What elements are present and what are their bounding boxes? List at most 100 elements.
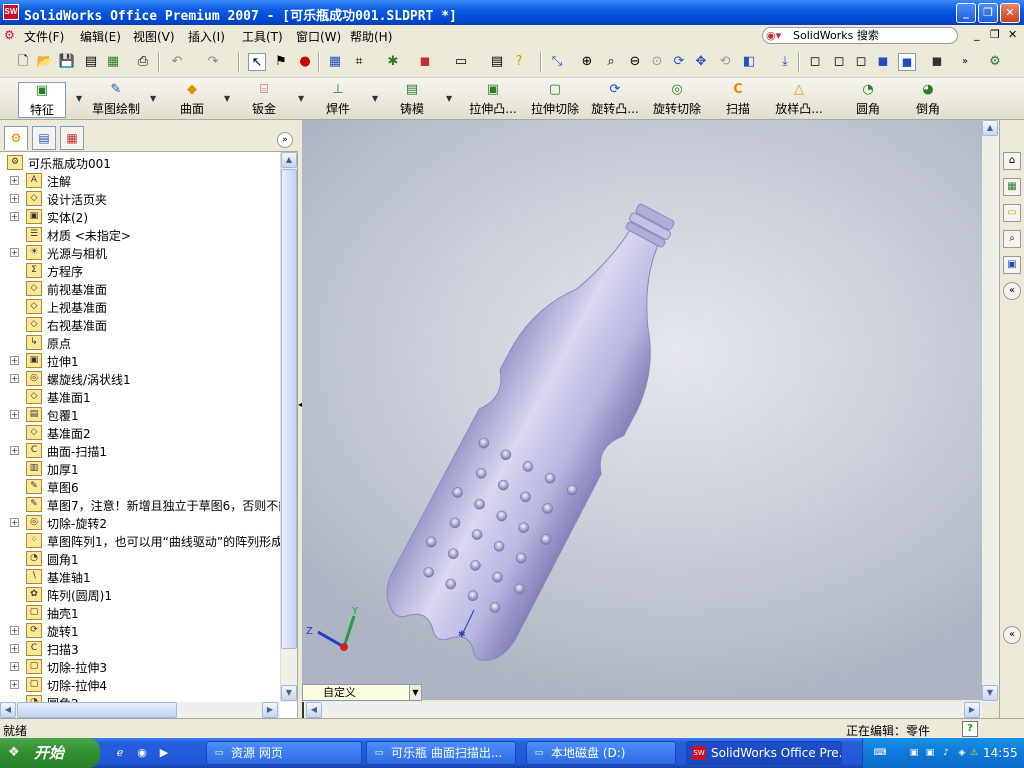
menu-window[interactable]: 窗口(W): [296, 28, 341, 45]
view-orientation-icon[interactable]: ◧: [740, 53, 758, 71]
tab-mold-tools[interactable]: ▤ 铸模: [394, 82, 430, 118]
save-icon[interactable]: 💾: [58, 53, 76, 71]
tree-item[interactable]: ✿ 阵列(圆周)1: [0, 586, 280, 604]
feature-tree-horizontal-scrollbar[interactable]: ◀ ▶: [0, 702, 280, 719]
bottle-model[interactable]: [375, 182, 723, 671]
design-library-icon[interactable]: ▦: [1003, 178, 1021, 196]
solidworks-search-input[interactable]: ◉▾ SolidWorks 搜索: [762, 27, 958, 44]
expand-icon[interactable]: «: [1003, 626, 1021, 644]
doc-close-button[interactable]: ✕: [1008, 28, 1017, 41]
sketch-icon[interactable]: ⌗: [350, 53, 368, 71]
expand-icon[interactable]: +: [10, 356, 19, 365]
tree-item[interactable]: ◇ 基准面2: [0, 424, 280, 442]
scroll-down-icon[interactable]: ▼: [982, 685, 998, 701]
view-palette-icon[interactable]: ▣: [1003, 256, 1021, 274]
chevron-down-icon[interactable]: ▼: [446, 94, 452, 103]
shadows-icon[interactable]: ◼: [928, 53, 946, 71]
extruded-cut-button[interactable]: ▢ 拉伸切除: [528, 82, 582, 118]
tree-item[interactable]: ◔ 圆角1: [0, 550, 280, 568]
chevron-down-icon[interactable]: ▼: [76, 94, 82, 103]
volume-icon[interactable]: ♪: [939, 746, 953, 760]
warning-icon[interactable]: ⚠: [967, 746, 981, 760]
expand-icon[interactable]: +: [10, 212, 19, 221]
shaded-icon[interactable]: ◼: [898, 53, 916, 71]
tree-item[interactable]: + ◎ 螺旋线/涡状线1: [0, 370, 280, 388]
scroll-right-icon[interactable]: ▶: [262, 702, 278, 718]
toolbar-overflow-icon[interactable]: »: [956, 53, 974, 71]
doc-restore-button[interactable]: ❐: [990, 28, 1000, 41]
revolved-boss-button[interactable]: ⟳ 旋转凸...: [586, 82, 644, 118]
tree-item[interactable]: + ▣ 实体(2): [0, 208, 280, 226]
tree-item[interactable]: + ◎ 切除-旋转2: [0, 514, 280, 532]
viewport-vertical-scrollbar[interactable]: ▲ ▼: [982, 120, 999, 702]
tree-item[interactable]: + ◇ 设计活页夹: [0, 190, 280, 208]
properties-icon[interactable]: ▤: [488, 53, 506, 71]
tree-item[interactable]: ◇ 前视基准面: [0, 280, 280, 298]
tree-item[interactable]: + ⟳ 旋转1: [0, 622, 280, 640]
scroll-up-icon[interactable]: ▲: [982, 120, 998, 136]
tree-item[interactable]: ✎ 草图6: [0, 478, 280, 496]
rebuild-icon[interactable]: ●: [296, 53, 314, 71]
task-bottle-document[interactable]: ▭ 可乐瓶 曲面扫描出...: [366, 741, 516, 765]
media-icon[interactable]: ▶: [156, 745, 172, 761]
model-view[interactable]: ✱ Z Y: [302, 120, 982, 700]
scroll-up-icon[interactable]: ▲: [281, 152, 297, 168]
network-icon[interactable]: ▣: [923, 746, 937, 760]
task-local-disk[interactable]: ▭ 本地磁盘 (D:): [526, 741, 676, 765]
tree-item[interactable]: ▥ 加厚1: [0, 460, 280, 478]
roll-view-icon[interactable]: ⟲: [716, 53, 734, 71]
zoom-in-out-icon[interactable]: ⊖: [626, 53, 644, 71]
expand-icon[interactable]: +: [10, 518, 19, 527]
task-web-resources[interactable]: ▭ 资源 网页: [206, 741, 362, 765]
hidden-lines-removed-icon[interactable]: ◻: [852, 53, 870, 71]
tree-item[interactable]: + ▢ 切除-拉伸4: [0, 676, 280, 694]
tree-item[interactable]: + C 扫描3: [0, 640, 280, 658]
minimize-button[interactable]: _: [956, 3, 976, 23]
home-icon[interactable]: ⌂: [1003, 152, 1021, 170]
print-icon[interactable]: ▤: [82, 53, 100, 71]
tree-item[interactable]: ◇ 右视基准面: [0, 316, 280, 334]
menu-file[interactable]: 文件(F): [24, 28, 64, 45]
grid-icon[interactable]: ▦: [326, 53, 344, 71]
expand-icon[interactable]: +: [10, 374, 19, 383]
scroll-thumb[interactable]: [17, 702, 177, 718]
zoom-selection-icon[interactable]: ⊙: [648, 53, 666, 71]
solidworks-logo-icon[interactable]: SW: [3, 4, 19, 20]
tree-root[interactable]: ⚙ 可乐瓶成功001: [0, 154, 280, 172]
extruded-boss-button[interactable]: ▣ 拉伸凸...: [464, 82, 522, 118]
zoom-area-icon[interactable]: ⌕: [602, 53, 620, 71]
open-icon[interactable]: 📂: [36, 53, 54, 71]
customize-icon[interactable]: ⚙: [986, 53, 1004, 71]
tab-sketch[interactable]: ✎ 草图绘制: [90, 82, 142, 118]
search-icon[interactable]: ⌕: [1003, 230, 1021, 248]
tree-item[interactable]: + ▣ 拉伸1: [0, 352, 280, 370]
graphics-area[interactable]: ✱ Z Y: [302, 120, 982, 700]
tree-item[interactable]: ↳ 原点: [0, 334, 280, 352]
tree-item[interactable]: + ▤ 包覆1: [0, 406, 280, 424]
redo-icon[interactable]: ↷: [204, 53, 222, 71]
tab-weldments[interactable]: ⊥ 焊件: [320, 82, 356, 118]
task-solidworks[interactable]: SW SolidWorks Office Pre...: [686, 741, 842, 765]
doc-minimize-button[interactable]: _: [974, 28, 980, 41]
zoom-to-fit-icon[interactable]: ⊕: [578, 53, 596, 71]
tree-item[interactable]: ◇ 上视基准面: [0, 298, 280, 316]
restore-button[interactable]: ❐: [978, 3, 998, 23]
scroll-thumb[interactable]: [281, 169, 297, 649]
viewport-horizontal-scrollbar[interactable]: ◀ ▶: [302, 702, 982, 718]
normal-to-icon[interactable]: ⤓: [776, 53, 794, 71]
make-drawing-icon[interactable]: ▦: [104, 53, 122, 71]
help-icon[interactable]: ?: [962, 721, 978, 737]
ie-icon[interactable]: ℯ: [112, 745, 128, 761]
new-icon[interactable]: 🗋: [14, 53, 32, 71]
network-icon[interactable]: ▣: [907, 746, 921, 760]
pan-icon[interactable]: ✥: [692, 53, 710, 71]
chevron-down-icon[interactable]: ▼: [298, 94, 304, 103]
expand-icon[interactable]: +: [10, 176, 19, 185]
help-icon[interactable]: ?: [510, 53, 528, 71]
feature-tree-vertical-scrollbar[interactable]: ▲ ▼: [280, 152, 297, 702]
collapse-icon[interactable]: «: [1003, 282, 1021, 300]
tab-surfaces[interactable]: ◆ 曲面: [172, 82, 212, 118]
expand-icon[interactable]: +: [10, 446, 19, 455]
menu-insert[interactable]: 插入(I): [188, 28, 225, 45]
expand-icon[interactable]: +: [10, 680, 19, 689]
